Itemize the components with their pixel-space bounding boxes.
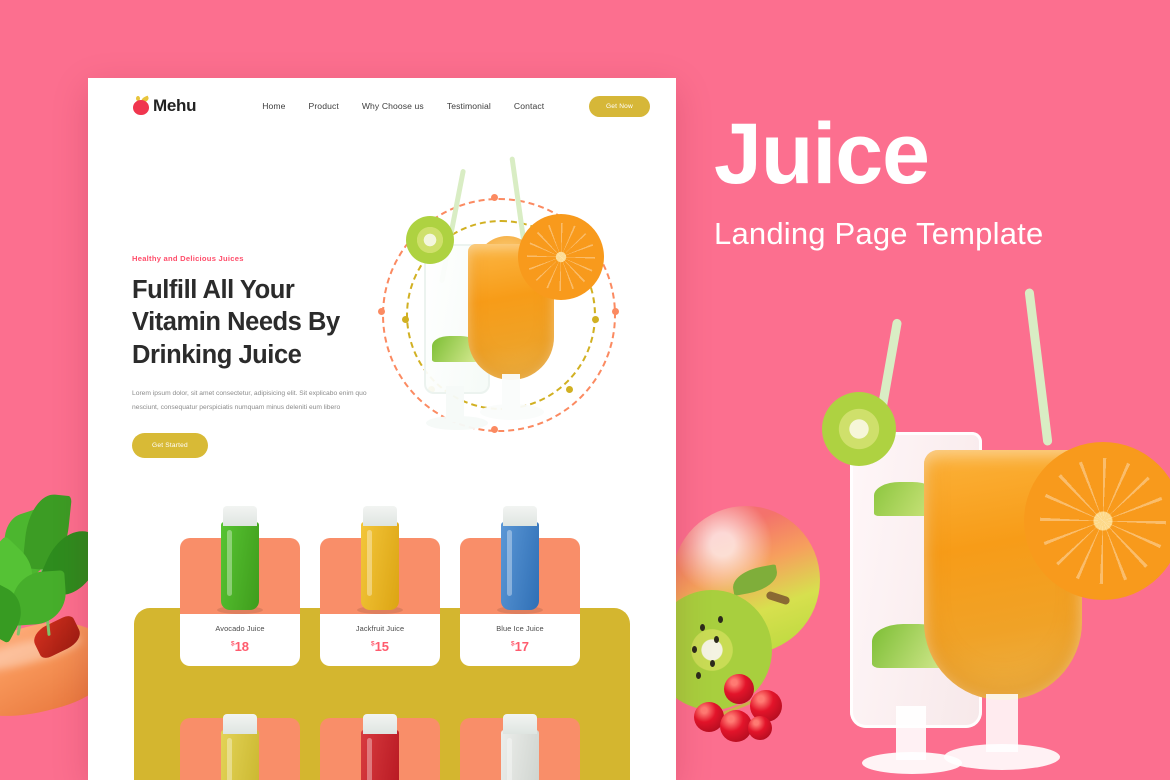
product-card[interactable]: Blue Ice Juice $17 — [460, 506, 580, 666]
product-name: Avocado Juice — [215, 624, 265, 633]
product-card-image — [320, 714, 440, 780]
hero-heading: Fulfill All Your Vitamin Needs By Drinki… — [132, 274, 394, 371]
product-card[interactable] — [460, 714, 580, 780]
parsley-icon — [0, 535, 45, 607]
apple-icon — [672, 506, 820, 654]
product-card[interactable]: Avocado Juice $18 — [180, 506, 300, 666]
navbar: Mehu Home Product Why Choose us Testimon… — [88, 78, 676, 134]
glass-foot — [426, 416, 488, 430]
brand-logo[interactable]: Mehu — [132, 95, 197, 116]
juice-glass-icon — [361, 714, 399, 780]
ring-dot-icon — [402, 316, 409, 323]
hero-heading-line-1: Fulfill All Your — [132, 276, 295, 304]
product-price: $15 — [320, 639, 440, 654]
price-value: 15 — [374, 639, 390, 654]
hero-heading-line-3: Drinking Juice — [132, 340, 302, 369]
hero-artwork — [376, 156, 642, 536]
product-card-info: Jackfruit Juice $15 — [320, 614, 440, 666]
landing-page-mockup: Mehu Home Product Why Choose us Testimon… — [88, 78, 676, 780]
nav-link-contact[interactable]: Contact — [514, 101, 544, 111]
juice-glass-icon — [221, 506, 259, 610]
hero-text: Healthy and Delicious Juices Fulfill All… — [132, 254, 394, 459]
hero-eyebrow: Healthy and Delicious Juices — [132, 254, 244, 263]
product-card-info: Blue Ice Juice $17 — [460, 614, 580, 666]
parsley-icon — [0, 580, 31, 644]
parsley-icon — [10, 570, 68, 626]
product-card-image — [180, 506, 300, 614]
product-card[interactable] — [180, 714, 300, 780]
nav-link-why-choose-us[interactable]: Why Choose us — [362, 101, 424, 111]
juice-glass-icon — [361, 506, 399, 610]
get-now-button[interactable]: Get Now — [588, 95, 650, 117]
price-value: 17 — [514, 639, 530, 654]
product-card-image — [460, 506, 580, 614]
straw-icon — [1024, 288, 1053, 446]
product-card[interactable] — [320, 714, 440, 780]
product-name: Blue Ice Juice — [496, 624, 544, 633]
product-grid-row-2 — [180, 714, 592, 780]
hero-heading-line-2: Vitamin Needs By — [132, 308, 340, 337]
nav-link-home[interactable]: Home — [262, 101, 285, 111]
apple-leaf-icon — [730, 564, 780, 596]
product-card-image — [460, 714, 580, 780]
nav-links: Home Product Why Choose us Testimonial C… — [262, 101, 544, 111]
pepper-icon — [29, 613, 85, 661]
ring-dot-icon — [491, 426, 498, 433]
ring-dot-icon — [491, 194, 498, 201]
ring-dot-icon — [612, 308, 619, 315]
apple-stem-icon — [765, 590, 791, 606]
price-value: 18 — [234, 639, 250, 654]
get-started-button[interactable]: Get Started — [132, 433, 208, 459]
ring-dot-icon — [592, 316, 599, 323]
orange-slice-icon — [518, 214, 604, 300]
hero-juice-photo — [822, 288, 1170, 780]
juice-glass-icon — [501, 506, 539, 610]
product-price: $18 — [180, 639, 300, 654]
product-card-info: Avocado Juice $18 — [180, 614, 300, 666]
parsley-icon — [22, 492, 72, 572]
apple-icon — [132, 95, 150, 116]
carrot-and-parsley-decoration — [0, 486, 125, 780]
lime-slice-icon — [822, 392, 896, 466]
hero-section: Healthy and Delicious Juices Fulfill All… — [88, 134, 676, 534]
parsley-icon — [0, 508, 57, 582]
promo-copy: Juice Landing Page Template — [714, 106, 1154, 252]
nav-link-product[interactable]: Product — [309, 101, 339, 111]
redcurrant-icon — [694, 666, 814, 742]
juice-glass-icon — [221, 714, 259, 780]
nav-link-testimonial[interactable]: Testimonial — [447, 101, 491, 111]
glass-foot — [480, 404, 544, 420]
parsley-stem — [16, 572, 31, 636]
lime-slice-icon — [406, 216, 454, 264]
ring-dot-icon — [566, 386, 573, 393]
products-section: Avocado Juice $18 Jackfruit Juice $15 Bl… — [88, 506, 676, 780]
hero-paragraph: Lorem ipsum dolor, sit amet consectetur,… — [132, 390, 367, 411]
ring-dot-icon — [378, 308, 385, 315]
product-price: $17 — [460, 639, 580, 654]
brand-name: Mehu — [153, 96, 197, 115]
product-name: Jackfruit Juice — [355, 624, 405, 633]
product-card-image — [180, 714, 300, 780]
orange-slice-icon — [1024, 442, 1170, 600]
product-card-image — [320, 506, 440, 614]
juice-glass-icon — [501, 714, 539, 780]
product-grid-row-1: Avocado Juice $18 Jackfruit Juice $15 Bl… — [180, 506, 592, 666]
parsley-stem — [40, 566, 51, 636]
promo-subtitle: Landing Page Template — [714, 216, 1044, 252]
promo-title: Juice — [714, 106, 930, 202]
glass-foot — [944, 744, 1060, 770]
product-card[interactable]: Jackfruit Juice $15 — [320, 506, 440, 666]
